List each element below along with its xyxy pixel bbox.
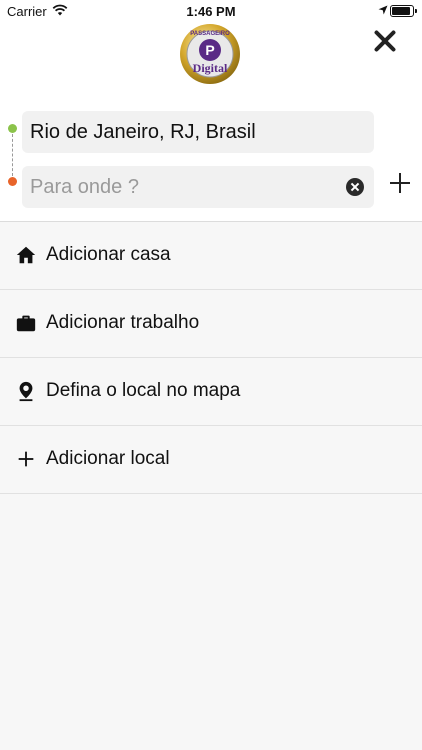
add-stop-button[interactable] [388,171,412,195]
list-item-home[interactable]: Adicionar casa [0,222,422,290]
battery-icon [390,5,417,17]
close-icon[interactable] [370,26,400,56]
destination-input[interactable] [30,166,340,208]
location-arrow-icon [378,5,388,15]
clock: 1:46 PM [186,4,236,19]
list-item-label: Adicionar casa [46,244,171,265]
list-item-label: Adicionar trabalho [46,312,200,333]
origin-dot [8,124,17,133]
clear-icon[interactable] [346,178,364,196]
plus-icon [18,451,34,467]
saved-places-list: Adicionar casa Adicionar trabalho Defina… [0,222,422,494]
route-connector [12,134,13,176]
header-panel: Carrier 1:46 PM P PASSAGEIRO Digital Rio… [0,0,422,222]
list-item-add-place[interactable]: Adicionar local [0,426,422,494]
list-item-work[interactable]: Adicionar trabalho [0,290,422,358]
logo-main-text: Digital [193,61,228,75]
app-logo: P PASSAGEIRO Digital [180,24,240,84]
list-item-label: Adicionar local [46,448,170,469]
location-pin-icon [19,381,33,402]
status-bar: Carrier 1:46 PM [0,0,422,22]
list-item-map-pick[interactable]: Defina o local no mapa [0,358,422,426]
origin-text: Rio de Janeiro, RJ, Brasil [30,121,256,143]
destination-field[interactable] [22,166,374,208]
briefcase-icon [16,315,36,332]
destination-dot [8,177,17,186]
logo-top-text: PASSAGEIRO [190,31,230,37]
origin-field[interactable]: Rio de Janeiro, RJ, Brasil [22,111,374,153]
home-icon [16,246,36,264]
logo-monogram: P [205,42,214,58]
list-item-label: Defina o local no mapa [46,380,241,401]
